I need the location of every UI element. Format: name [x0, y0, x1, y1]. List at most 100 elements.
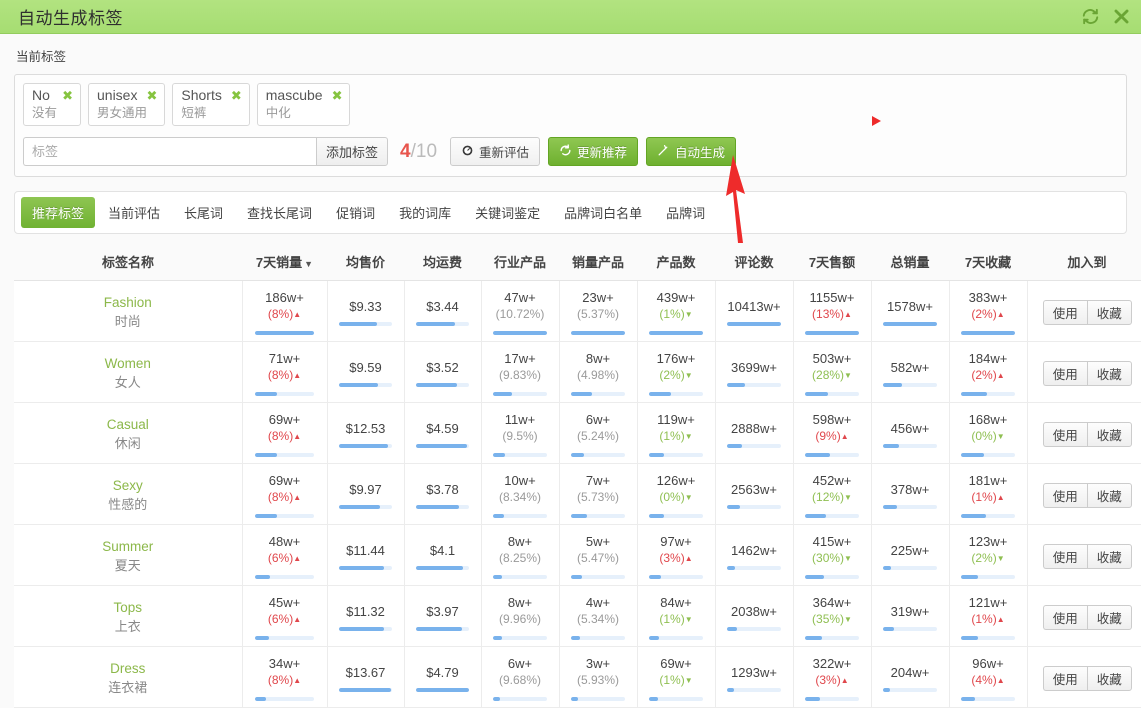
favorite-button[interactable]: 收藏 [1086, 543, 1132, 569]
tab-长尾词[interactable]: 长尾词 [173, 197, 234, 228]
metric-value: 582w+ [890, 360, 930, 375]
metric-value: 378w+ [890, 482, 930, 497]
remove-tag-icon[interactable]: ✖ [146, 87, 157, 104]
use-button[interactable]: 使用 [1042, 665, 1087, 691]
tab-推荐标签[interactable]: 推荐标签 [21, 197, 96, 228]
favorite-button[interactable]: 收藏 [1086, 299, 1132, 325]
metric-bar [254, 392, 315, 396]
metric-bar [961, 514, 1015, 518]
metric-change: (5.37%) [576, 307, 620, 321]
metric-change: (8%)▲ [267, 673, 302, 687]
use-button[interactable]: 使用 [1042, 360, 1087, 386]
cell-avg-price: $12.53 [326, 402, 405, 464]
metric-bar [805, 392, 859, 396]
use-button[interactable]: 使用 [1042, 299, 1087, 325]
refresh-icon[interactable] [1081, 7, 1100, 26]
cell-avg-price: $9.59 [326, 341, 405, 403]
metric-bar [338, 322, 393, 326]
tag-name-cell[interactable]: Tops 上衣 [14, 585, 243, 647]
metric-bar [338, 383, 393, 387]
trend-up-icon: ▲ [293, 432, 302, 441]
metric-change: (4%)▲ [971, 673, 1005, 687]
metric-bar [805, 697, 859, 701]
tab-品牌词[interactable]: 品牌词 [655, 197, 716, 228]
cell-avg-price: $9.97 [326, 463, 405, 525]
metric-value: 503w+ [812, 351, 852, 366]
cell-revenue-7d: 598w+ (9%)▲ [792, 402, 872, 464]
row-action-group: 使用 收藏 [1042, 360, 1132, 386]
metric-value: 8w+ [507, 595, 533, 610]
tag-name-cell[interactable]: Sexy 性感的 [14, 463, 243, 525]
favorite-button[interactable]: 收藏 [1086, 482, 1132, 508]
update-recommendation-button[interactable]: 更新推荐 [548, 137, 639, 166]
metric-bar [649, 697, 703, 701]
metric-change: (13%)▲ [812, 307, 852, 321]
metric-bar [571, 636, 625, 640]
row-action-group: 使用 收藏 [1042, 299, 1132, 325]
metric-change: (9.5%) [502, 429, 538, 443]
reevaluate-button[interactable]: 重新评估 [450, 137, 541, 166]
trend-down-icon: ▼ [684, 493, 693, 502]
tag-input[interactable] [23, 137, 316, 166]
tag-name-cell[interactable]: Fashion 时尚 [14, 280, 243, 342]
metric-bar [415, 627, 470, 631]
metric-bar [805, 453, 859, 457]
favorite-button[interactable]: 收藏 [1086, 604, 1132, 630]
close-icon[interactable] [1112, 7, 1131, 26]
column-header-评论数: 评论数 [715, 244, 793, 281]
tab-品牌词白名单[interactable]: 品牌词白名单 [553, 197, 653, 228]
use-button[interactable]: 使用 [1042, 482, 1087, 508]
use-button[interactable]: 使用 [1042, 604, 1087, 630]
metric-change: (4.98%) [576, 368, 620, 382]
tag-name-cell[interactable]: Dress 连衣裙 [14, 646, 243, 708]
trend-up-icon: ▲ [996, 676, 1005, 685]
metric-change: (1%)▼ [659, 429, 693, 443]
tab-促销词[interactable]: 促销词 [325, 197, 386, 228]
tag-name-cell[interactable]: Women 女人 [14, 341, 243, 403]
column-header-7天销量[interactable]: 7天销量 ▼ [242, 244, 327, 281]
metric-value: 168w+ [968, 412, 1008, 427]
column-header-标签名称: 标签名称 [14, 244, 242, 281]
use-button[interactable]: 使用 [1042, 543, 1087, 569]
metric-value: 1462w+ [731, 543, 777, 558]
cell-sales-7d: 48w+ (6%)▲ [241, 524, 328, 586]
metric-value: $4.1 [429, 543, 456, 558]
sort-caret-icon: ▼ [304, 259, 314, 269]
metric-change: (5.47%) [576, 551, 620, 565]
favorite-button[interactable]: 收藏 [1086, 421, 1132, 447]
metric-value: 121w+ [968, 595, 1008, 610]
cell-sales-products: 23w+ (5.37%) [558, 280, 638, 342]
metric-bar [338, 444, 393, 448]
metric-bar [961, 392, 1015, 396]
cell-actions: 使用 收藏 [1026, 646, 1141, 708]
trend-down-icon: ▼ [996, 554, 1005, 563]
metric-bar [961, 697, 1015, 701]
tab-当前评估[interactable]: 当前评估 [97, 197, 171, 228]
trend-up-icon: ▲ [293, 554, 302, 563]
cell-review-count: 10413w+ [714, 280, 794, 342]
table-row: Fashion 时尚 186w+ (8%)▲ $9.33 $3.44 47w+ (10.72%… [14, 280, 1141, 342]
favorite-button[interactable]: 收藏 [1086, 360, 1132, 386]
tab-查找长尾词[interactable]: 查找长尾词 [236, 197, 323, 228]
metric-change: (0%)▼ [659, 490, 693, 504]
remove-tag-icon[interactable]: ✖ [332, 87, 343, 104]
tab-关键词鉴定[interactable]: 关键词鉴定 [464, 197, 551, 228]
metric-bar [727, 383, 781, 387]
metric-change: (3%)▲ [815, 673, 849, 687]
tag-name-cell[interactable]: Summer 夏天 [14, 524, 243, 586]
favorite-button[interactable]: 收藏 [1086, 665, 1132, 691]
metric-value: 364w+ [812, 595, 852, 610]
cell-product-count: 176w+ (2%)▼ [636, 341, 716, 403]
auto-generate-button[interactable]: 自动生成 [646, 137, 737, 166]
tag-name-cell[interactable]: Casual 休闲 [14, 402, 243, 464]
metric-bar [805, 331, 859, 335]
use-button[interactable]: 使用 [1042, 421, 1087, 447]
remove-tag-icon[interactable]: ✖ [62, 87, 73, 104]
add-tag-button[interactable]: 添加标签 [316, 137, 389, 166]
remove-tag-icon[interactable]: ✖ [231, 87, 242, 104]
tab-我的词库[interactable]: 我的词库 [388, 197, 462, 228]
cell-sales-products: 7w+ (5.73%) [558, 463, 638, 525]
trend-up-icon: ▲ [996, 615, 1005, 624]
metric-change: (6%)▲ [267, 612, 302, 626]
cell-revenue-7d: 1155w+ (13%)▲ [792, 280, 872, 342]
